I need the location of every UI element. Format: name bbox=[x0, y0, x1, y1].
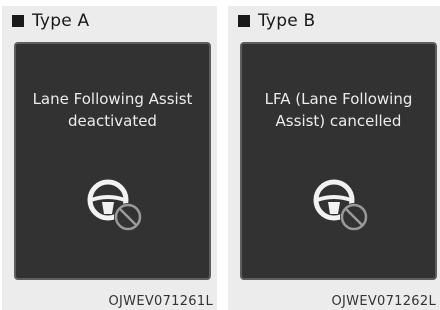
figure-code-b: OJWEV071262L bbox=[331, 294, 436, 309]
panel-type-a: Type A Lane Following Assist deactivated… bbox=[2, 6, 217, 310]
steering-wheel-prohibited-icon bbox=[313, 179, 368, 231]
cluster-display-b: LFA (Lane Following Assist) cancelled bbox=[240, 42, 437, 280]
panel-type-b: Type B LFA (Lane Following Assist) cance… bbox=[228, 6, 440, 310]
black-square-icon bbox=[238, 15, 250, 27]
warning-message-a: Lane Following Assist deactivated bbox=[32, 90, 193, 130]
warning-message-b: LFA (Lane Following Assist) cancelled bbox=[264, 90, 413, 130]
cluster-display-a: Lane Following Assist deactivated bbox=[14, 42, 211, 280]
type-b-label: Type B bbox=[258, 11, 316, 31]
black-square-icon bbox=[12, 15, 24, 27]
steering-wheel-prohibited-icon bbox=[87, 179, 142, 231]
type-a-header: Type A bbox=[12, 11, 89, 31]
type-b-header: Type B bbox=[238, 11, 315, 31]
figure-code-a: OJWEV071261L bbox=[108, 294, 213, 309]
type-a-label: Type A bbox=[32, 11, 90, 31]
